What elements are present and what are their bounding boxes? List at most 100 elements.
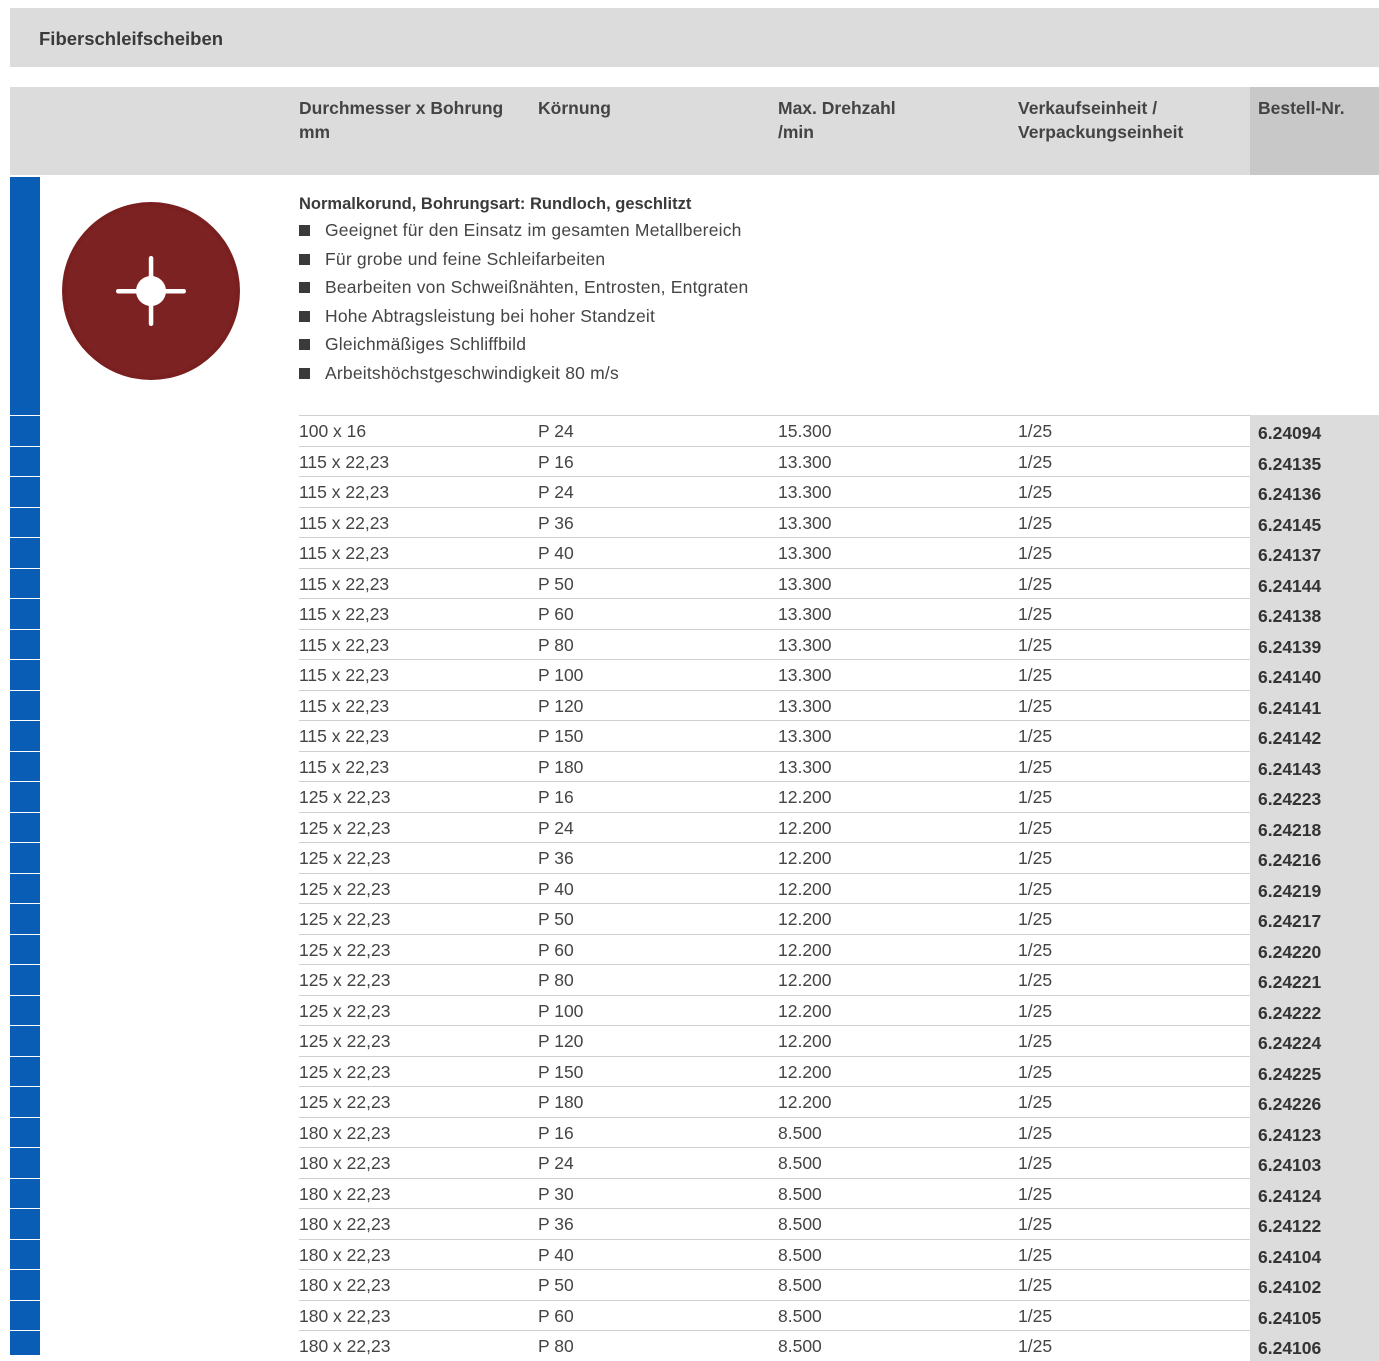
cell-unit: 1/25 xyxy=(1018,787,1053,807)
bullet-icon xyxy=(299,282,310,294)
fiber-disc-icon xyxy=(62,202,240,380)
cell-unit: 1/25 xyxy=(1018,512,1053,533)
cell-unit: 1/25 xyxy=(1018,1000,1053,1021)
cell-unit: 1/25 xyxy=(1018,1336,1053,1356)
row-divider xyxy=(299,628,1379,630)
cell-unit: 1/25 xyxy=(1018,1153,1053,1173)
cell-rpm: 13.300 xyxy=(778,604,832,624)
strip-divider xyxy=(10,1238,40,1240)
cell-size: 180 x 22,23 xyxy=(299,1122,391,1143)
bullet-icon xyxy=(299,225,310,236)
table-row: 125 x 22,23 P 120 12.200 1/25 6.24224 xyxy=(40,1025,1379,1056)
bullet-icon xyxy=(299,367,310,379)
strip-divider xyxy=(10,964,40,965)
order-number: 6.24102 xyxy=(1258,1277,1322,1297)
order-number-cell: 6.24217 xyxy=(1250,903,1379,934)
strip-divider xyxy=(10,750,40,752)
strip-divider xyxy=(10,445,40,447)
order-number: 6.24094 xyxy=(1258,423,1322,443)
cell-rpm: 13.300 xyxy=(778,726,832,746)
cell-rpm: 15.300 xyxy=(778,421,832,441)
cell-grit: P 120 xyxy=(538,1031,584,1051)
feature-text: Geeignet für den Einsatz im gesamten Met… xyxy=(325,220,742,240)
table-row: 115 x 22,23 P 40 13.300 1/25 6.24137 xyxy=(40,537,1379,568)
strip-divider xyxy=(10,1055,40,1057)
section-title-bar: Fiberschleifscheiben xyxy=(10,8,1379,67)
order-number-cell: 6.24137 xyxy=(1250,537,1379,568)
row-divider xyxy=(299,598,1379,599)
table-row: 180 x 22,23 P 40 8.500 1/25 6.24104 xyxy=(40,1238,1379,1269)
table-row: 115 x 22,23 P 80 13.300 1/25 6.24139 xyxy=(40,628,1379,659)
product-title: Normalkorund, Bohrungsart: Rundloch, ges… xyxy=(299,195,692,213)
cell-unit: 1/25 xyxy=(1018,543,1053,563)
feature-item: Bearbeiten von Schweißnähten, Entrosten,… xyxy=(299,273,748,302)
order-number: 6.24144 xyxy=(1258,575,1322,596)
order-number-cell: 6.24142 xyxy=(1250,720,1379,751)
feature-item: Arbeitshöchstgeschwindigkeit 80 m/s xyxy=(299,359,748,388)
cell-unit: 1/25 xyxy=(1018,573,1053,594)
order-number-cell: 6.24123 xyxy=(1250,1116,1379,1147)
cell-unit: 1/25 xyxy=(1018,1061,1053,1082)
cell-grit: P 36 xyxy=(538,512,574,533)
strip-divider xyxy=(10,1269,40,1270)
cell-grit: P 16 xyxy=(538,1122,574,1143)
cell-size: 125 x 22,23 xyxy=(299,817,391,838)
order-number: 6.24105 xyxy=(1258,1307,1322,1328)
cell-grit: P 80 xyxy=(538,970,574,990)
row-divider xyxy=(299,994,1379,996)
order-number: 6.24217 xyxy=(1258,911,1322,931)
cell-grit: P 40 xyxy=(538,878,574,899)
cell-size: 125 x 22,23 xyxy=(299,1000,391,1021)
cell-unit: 1/25 xyxy=(1018,1031,1053,1051)
table-row: 115 x 22,23 P 150 13.300 1/25 6.24142 xyxy=(40,720,1379,751)
row-divider xyxy=(299,445,1379,447)
row-divider xyxy=(299,659,1379,660)
order-number: 6.24226 xyxy=(1258,1094,1322,1114)
cell-rpm: 8.500 xyxy=(778,1153,822,1173)
table-row: 125 x 22,23 P 180 12.200 1/25 6.24226 xyxy=(40,1086,1379,1117)
cell-grit: P 100 xyxy=(538,665,584,685)
strip-divider xyxy=(10,1208,40,1209)
cell-size: 180 x 22,23 xyxy=(299,1305,391,1326)
cell-unit: 1/25 xyxy=(1018,1244,1053,1265)
cell-size: 125 x 22,23 xyxy=(299,1092,391,1112)
cell-grit: P 24 xyxy=(538,817,574,838)
cell-rpm: 13.300 xyxy=(778,482,832,502)
cell-unit: 1/25 xyxy=(1018,634,1053,655)
order-number-cell: 6.24219 xyxy=(1250,872,1379,903)
cell-rpm: 12.200 xyxy=(778,939,832,960)
order-number-cell: 6.24225 xyxy=(1250,1055,1379,1086)
strip-divider xyxy=(10,1025,40,1026)
cell-grit: P 120 xyxy=(538,695,584,716)
cell-size: 180 x 22,23 xyxy=(299,1336,391,1356)
section-title: Fiberschleifscheiben xyxy=(39,28,224,49)
order-number: 6.24103 xyxy=(1258,1155,1322,1175)
table-row: 125 x 22,23 P 50 12.200 1/25 6.24217 xyxy=(40,903,1379,934)
cell-grit: P 180 xyxy=(538,756,584,777)
feature-text: Bearbeiten von Schweißnähten, Entrosten,… xyxy=(325,277,749,298)
order-number-cell: 6.24218 xyxy=(1250,811,1379,842)
strip-divider xyxy=(10,1330,40,1331)
order-number: 6.24222 xyxy=(1258,1002,1322,1023)
row-divider xyxy=(299,1116,1379,1118)
cell-size: 115 x 22,23 xyxy=(299,604,390,624)
table-row: 125 x 22,23 P 24 12.200 1/25 6.24218 xyxy=(40,811,1379,842)
table-header: Durchmesser x Bohrung mm Körnung Max. Dr… xyxy=(10,87,1379,175)
table-row: 115 x 22,23 P 100 13.300 1/25 6.24140 xyxy=(40,659,1379,690)
cell-grit: P 60 xyxy=(538,939,574,960)
order-number-cell: 6.24138 xyxy=(1250,598,1379,629)
cell-rpm: 8.500 xyxy=(778,1336,822,1356)
row-divider xyxy=(299,506,1379,508)
order-number-cell: 6.24145 xyxy=(1250,506,1379,537)
cell-rpm: 8.500 xyxy=(778,1305,822,1326)
cell-unit: 1/25 xyxy=(1018,1305,1053,1326)
row-divider xyxy=(299,1208,1379,1209)
cell-size: 115 x 22,23 xyxy=(299,512,390,533)
cell-grit: P 24 xyxy=(538,1153,574,1173)
cell-unit: 1/25 xyxy=(1018,1183,1053,1204)
order-number-cell: 6.24220 xyxy=(1250,933,1379,964)
cell-size: 180 x 22,23 xyxy=(299,1244,391,1265)
cell-unit: 1/25 xyxy=(1018,421,1053,441)
column-header-order-cell: Bestell-Nr. xyxy=(1250,87,1379,175)
cell-rpm: 12.200 xyxy=(778,1031,832,1051)
